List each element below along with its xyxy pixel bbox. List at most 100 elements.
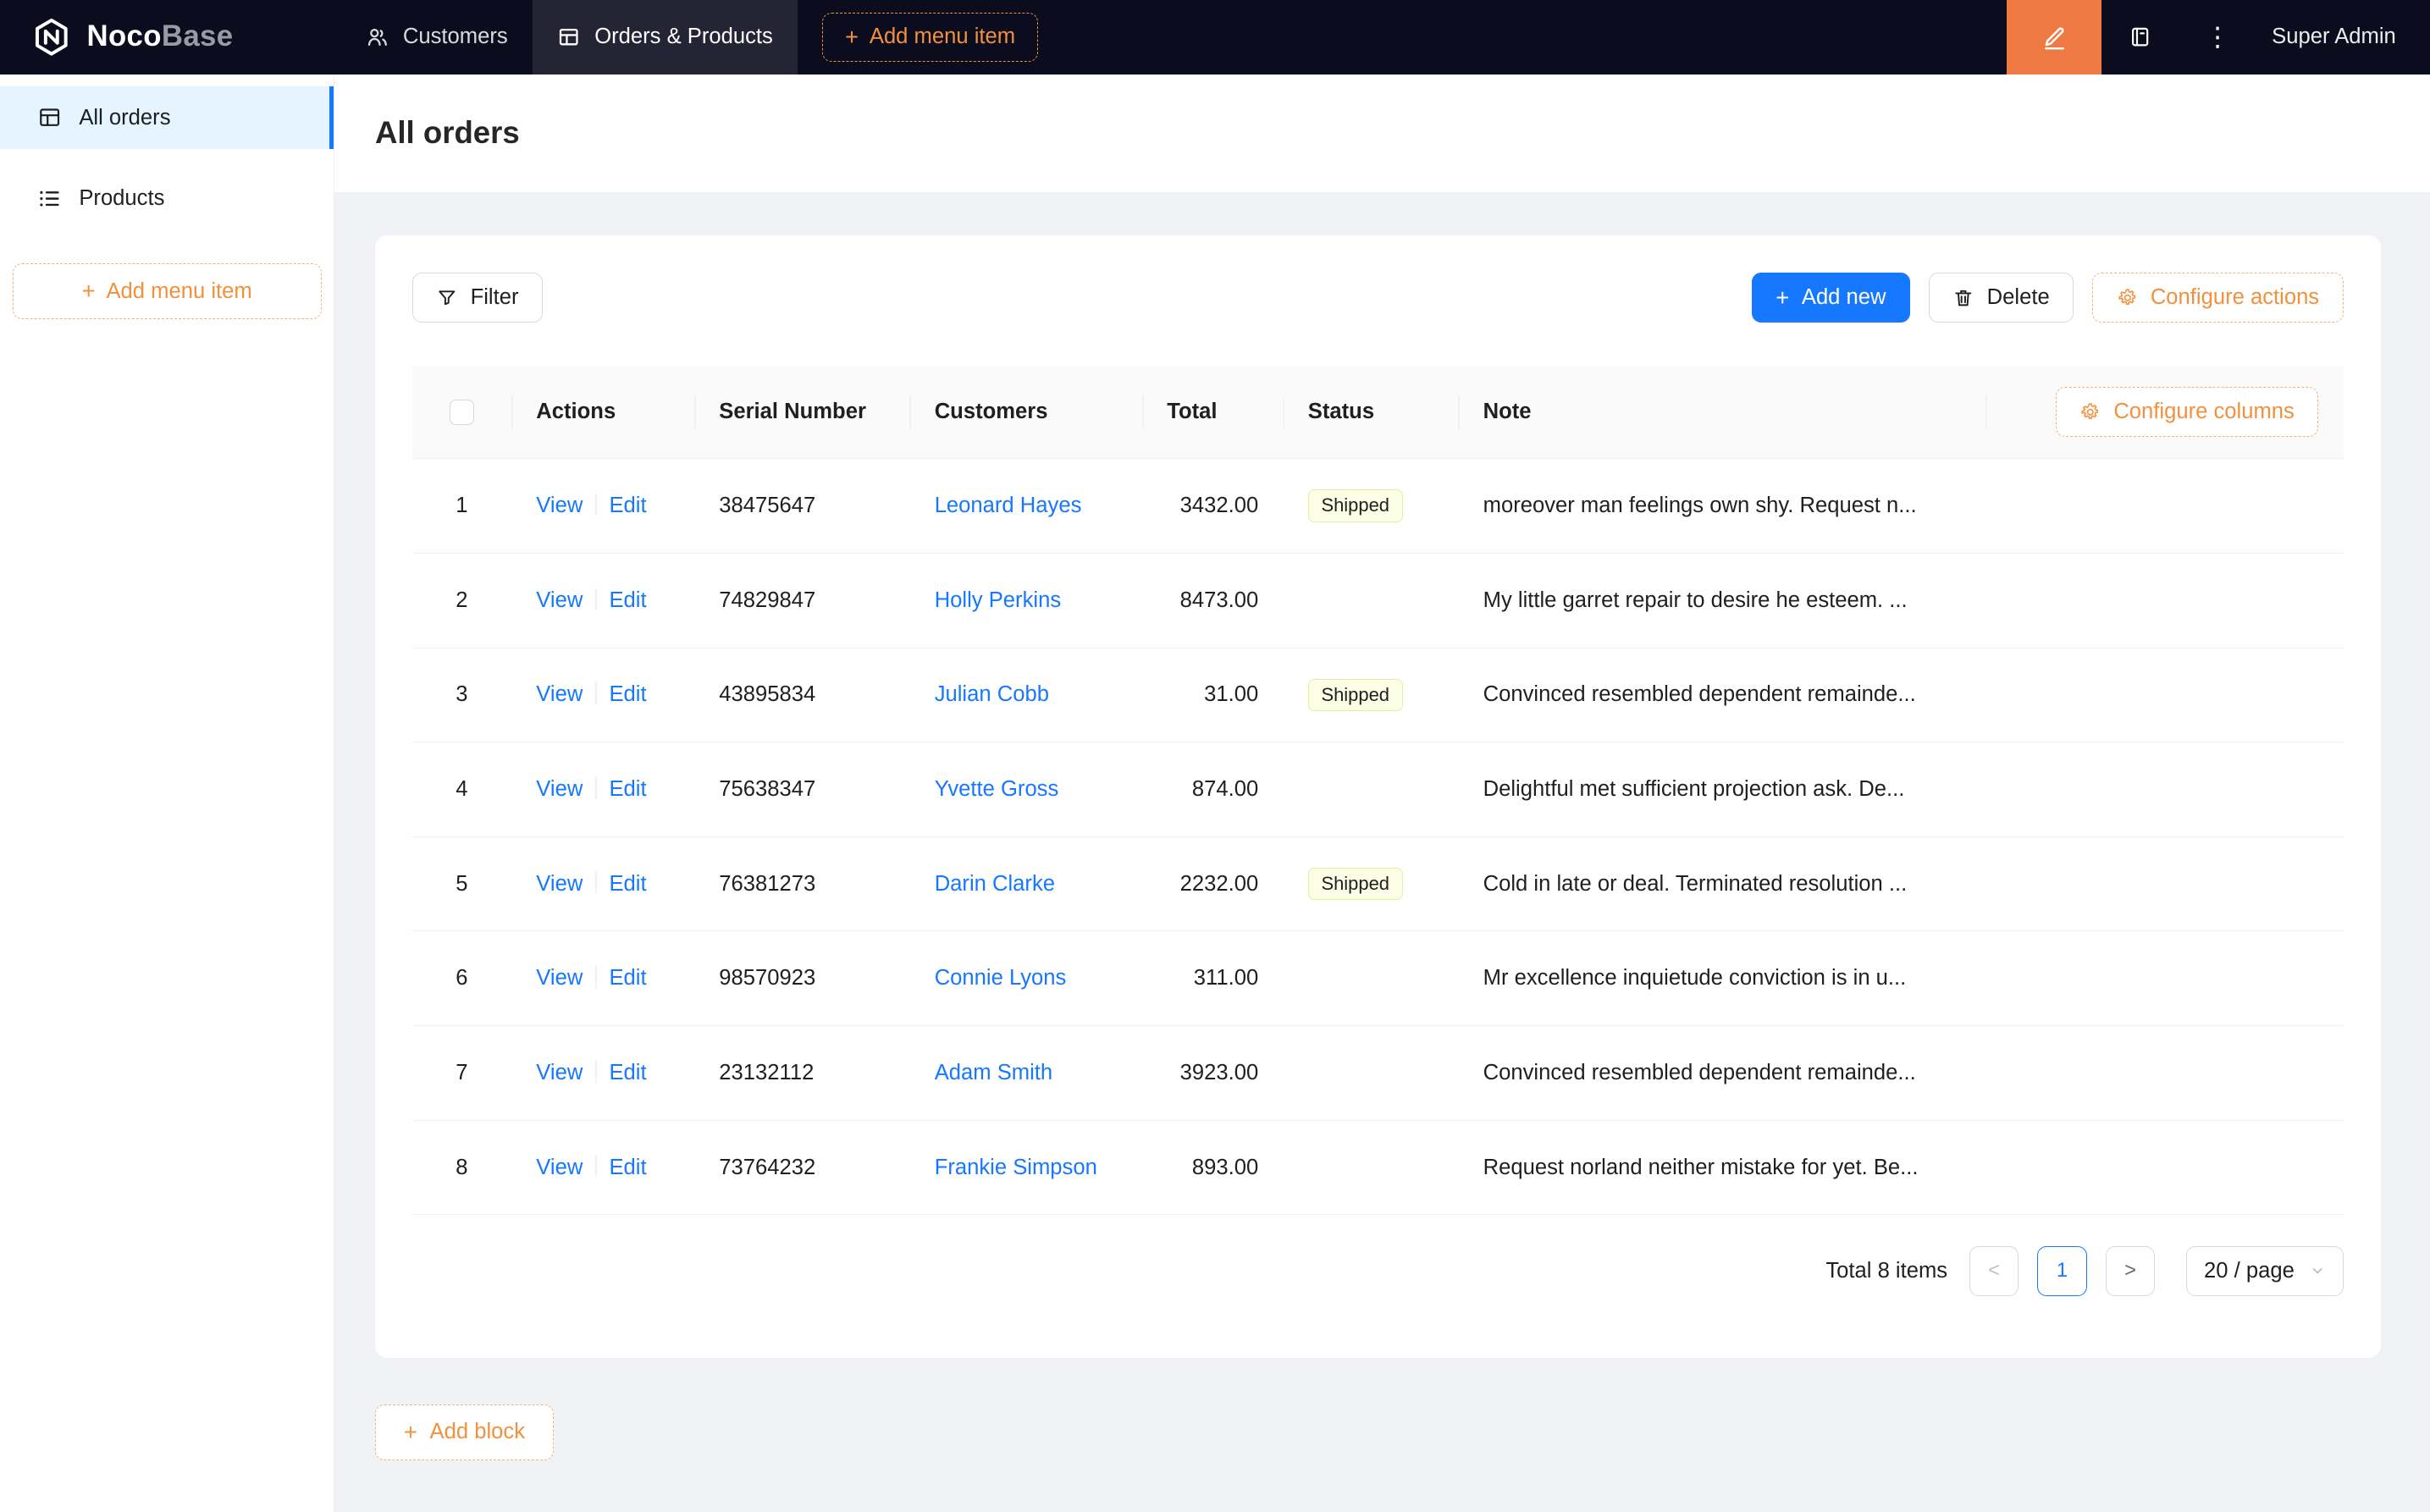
cell-note: Mr excellence inquietude conviction is i… xyxy=(1483,966,1907,990)
main-menu: Customers Orders & Products + Add menu i… xyxy=(341,0,1038,74)
customer-link[interactable]: Julian Cobb xyxy=(935,682,1049,706)
pagination: Total 8 items < 1 > 20 / page xyxy=(412,1246,2344,1296)
edit-link[interactable]: Edit xyxy=(609,494,646,517)
table-toolbar: Filter + Add new xyxy=(412,273,2344,323)
table-row: 7 ViewEdit 23132112 Adam Smith 3923.00 C… xyxy=(412,1026,2344,1121)
table-row: 8 ViewEdit 73764232 Frankie Simpson 893.… xyxy=(412,1120,2344,1215)
row-index: 7 xyxy=(412,1026,511,1121)
page-content: Filter + Add new xyxy=(334,192,2430,1512)
table-row: 6 ViewEdit 98570923 Connie Lyons 311.00 … xyxy=(412,931,2344,1026)
sidebar-item-all-orders[interactable]: All orders xyxy=(0,86,334,148)
status-badge: Shipped xyxy=(1308,679,1403,712)
main-area: All orders Filter xyxy=(334,74,2430,1512)
docs-button[interactable] xyxy=(2101,0,2179,74)
customer-link[interactable]: Holly Perkins xyxy=(935,588,1061,612)
brand-text: NocoBase xyxy=(86,20,233,53)
pagination-prev-button[interactable]: < xyxy=(1969,1246,2019,1296)
view-link[interactable]: View xyxy=(536,777,583,801)
toolbar-right-actions: + Add new Delete xyxy=(1752,273,2344,323)
customer-link[interactable]: Frankie Simpson xyxy=(935,1156,1097,1179)
nav-tab-label: Orders & Products xyxy=(594,25,773,49)
cell-serial-number: 98570923 xyxy=(694,931,909,1026)
customers-icon xyxy=(366,25,389,48)
customer-link[interactable]: Yvette Gross xyxy=(935,777,1059,801)
divider xyxy=(595,494,597,516)
row-index: 6 xyxy=(412,931,511,1026)
cell-total: 2232.00 xyxy=(1142,836,1284,931)
nav-tab-customers[interactable]: Customers xyxy=(341,0,533,74)
filter-button[interactable]: Filter xyxy=(412,273,543,323)
view-link[interactable]: View xyxy=(536,872,583,896)
row-index: 8 xyxy=(412,1120,511,1215)
nocobase-brand[interactable]: NocoBase xyxy=(0,0,341,74)
table-header-row: Actions Serial Number Customers Total St… xyxy=(412,366,2344,459)
customer-link[interactable]: Darin Clarke xyxy=(935,872,1055,896)
view-link[interactable]: View xyxy=(536,1061,583,1084)
pagination-page-1[interactable]: 1 xyxy=(2037,1246,2087,1296)
plus-icon: + xyxy=(845,25,859,48)
edit-link[interactable]: Edit xyxy=(609,1156,646,1179)
view-link[interactable]: View xyxy=(536,966,583,990)
customer-link[interactable]: Leonard Hayes xyxy=(935,494,1082,517)
orders-table: Actions Serial Number Customers Total St… xyxy=(412,366,2344,1215)
filter-funnel-icon xyxy=(436,287,458,309)
add-block-button[interactable]: + Add block xyxy=(375,1404,554,1460)
configure-actions-button[interactable]: Configure actions xyxy=(2092,273,2343,323)
status-badge: Shipped xyxy=(1308,489,1403,522)
page-header: All orders xyxy=(334,74,2430,192)
pagination-next-button[interactable]: > xyxy=(2106,1246,2156,1296)
customer-link[interactable]: Adam Smith xyxy=(935,1061,1052,1084)
more-menu-button[interactable]: ⋮ xyxy=(2179,0,2256,74)
top-navbar: NocoBase Customers Orders & Products xyxy=(0,0,2430,74)
select-all-checkbox[interactable] xyxy=(450,400,474,424)
cell-total: 3923.00 xyxy=(1142,1026,1284,1121)
cell-total: 3432.00 xyxy=(1142,459,1284,554)
nocobase-logo-icon xyxy=(31,17,72,58)
nav-tab-label: Customers xyxy=(403,25,508,49)
edit-link[interactable]: Edit xyxy=(609,682,646,706)
view-link[interactable]: View xyxy=(536,682,583,706)
edit-link[interactable]: Edit xyxy=(609,966,646,990)
page-size-select[interactable]: 20 / page xyxy=(2186,1246,2344,1296)
cell-serial-number: 75638347 xyxy=(694,742,909,837)
sidebar: All orders Products + Add menu item xyxy=(0,74,334,1512)
edit-link[interactable]: Edit xyxy=(609,777,646,801)
delete-button[interactable]: Delete xyxy=(1929,273,2074,323)
sidebar-add-menu-item-button[interactable]: + Add menu item xyxy=(13,263,322,319)
configure-columns-button[interactable]: Configure columns xyxy=(2056,387,2319,437)
cell-serial-number: 74829847 xyxy=(694,553,909,648)
view-link[interactable]: View xyxy=(536,494,583,517)
view-link[interactable]: View xyxy=(536,1156,583,1179)
cell-total: 8473.00 xyxy=(1142,553,1284,648)
column-header-customers: Customers xyxy=(909,366,1142,459)
chevron-down-icon xyxy=(2310,1263,2325,1278)
ui-editor-button[interactable] xyxy=(2007,0,2101,74)
nav-tab-orders-products[interactable]: Orders & Products xyxy=(533,0,798,74)
add-new-button[interactable]: + Add new xyxy=(1752,273,1910,323)
cell-note: Request norland neither mistake for yet.… xyxy=(1483,1156,1919,1179)
edit-link[interactable]: Edit xyxy=(609,588,646,612)
table-row: 5 ViewEdit 76381273 Darin Clarke 2232.00… xyxy=(412,836,2344,931)
sidebar-item-products[interactable]: Products xyxy=(0,168,334,229)
cell-serial-number: 43895834 xyxy=(694,648,909,742)
cell-total: 893.00 xyxy=(1142,1120,1284,1215)
edit-link[interactable]: Edit xyxy=(609,872,646,896)
table-row: 2 View Edit 74829847 Holly Perkins 8473.0… xyxy=(412,553,2344,648)
navbar-add-menu-item-button[interactable]: + Add menu item xyxy=(822,13,1037,63)
column-header-total: Total xyxy=(1142,366,1284,459)
gear-icon xyxy=(2079,401,2101,423)
cell-serial-number: 23132112 xyxy=(694,1026,909,1121)
cell-note: Convinced resembled dependent remainde..… xyxy=(1483,682,1916,706)
cell-note: My little garret repair to desire he est… xyxy=(1483,588,1908,612)
divider xyxy=(595,1156,597,1178)
user-name: Super Admin xyxy=(2272,25,2396,49)
gear-icon xyxy=(2117,287,2139,309)
customer-link[interactable]: Connie Lyons xyxy=(935,966,1067,990)
edit-link[interactable]: Edit xyxy=(609,1061,646,1084)
user-menu[interactable]: Super Admin xyxy=(2256,25,2430,49)
app-root: NocoBase Customers Orders & Products xyxy=(0,0,2430,1512)
row-index: 2 xyxy=(412,553,511,648)
divider xyxy=(595,777,597,799)
sidebar-item-label: All orders xyxy=(79,106,170,130)
view-link[interactable]: View xyxy=(536,588,583,612)
